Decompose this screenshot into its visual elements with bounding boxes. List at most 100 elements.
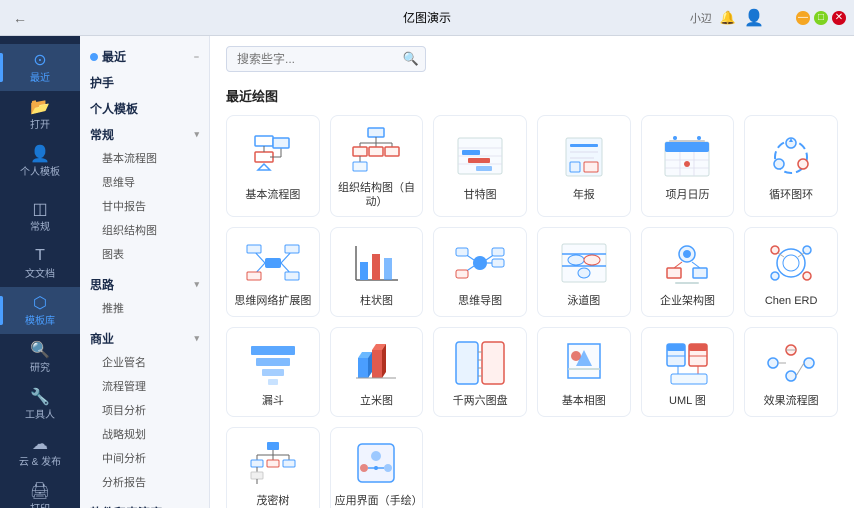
diagram-card-basic-flow[interactable]: 基本流程图	[226, 115, 320, 217]
diagram-card-note[interactable]: 基本相图	[537, 327, 631, 417]
nav-group-thought: 思路 ▾ 推推	[80, 270, 209, 320]
sidebar-item-research[interactable]: 🔍 研究	[0, 334, 80, 381]
calendar-label: 项月日历	[665, 188, 709, 202]
diagram-card-venn[interactable]: 泳道图	[537, 227, 631, 317]
recent-icon: ⊙	[30, 50, 50, 70]
maximize-button[interactable]: □	[814, 11, 828, 25]
sidebar-item-personal[interactable]: 👤 个人模板	[0, 138, 80, 185]
nav-group-common: 常规 ▾ 基本流程图 思维导 甘中报告 组织结构图 图表	[80, 120, 209, 266]
close-button[interactable]: ✕	[832, 11, 846, 25]
titlebar: ← 亿图演示 小辺 🔔 👤 — □ ✕	[0, 0, 854, 36]
nav-item-gantt[interactable]: 甘中报告	[80, 194, 209, 218]
diagram-card-report[interactable]: 年报	[537, 115, 631, 217]
sidebar-item-tools[interactable]: 🔧 工具人	[0, 381, 80, 428]
bell-icon[interactable]: 🔔	[720, 10, 736, 26]
org-label: 组织结构图（自动）	[335, 181, 419, 210]
template-icon: ⬡	[30, 293, 50, 313]
diagram-card-bar[interactable]: 柱状图	[330, 227, 424, 317]
search-bar: 🔍	[210, 36, 854, 78]
org2-icon	[661, 237, 713, 289]
3d-label: 立米图	[360, 394, 393, 408]
diagram-card-mindmap2[interactable]: 思维网络扩展图	[226, 227, 320, 317]
titlebar-controls: — □ ✕	[796, 0, 854, 35]
effect-label: 效果流程图	[764, 394, 819, 408]
nav-group-software: 软件和表演库 ▾ 软件 数据库	[80, 498, 209, 508]
uml-label: UML 图	[669, 394, 706, 408]
tree-label: 茂密树	[256, 494, 289, 508]
cycle-label: 循环图环	[769, 188, 813, 202]
cloud-icon: ☁	[30, 434, 50, 454]
diagram-card-gantt[interactable]: 甘特图	[433, 115, 527, 217]
nav-header-recent[interactable]: 最近 −	[80, 42, 209, 68]
basic-flow-icon	[247, 131, 299, 183]
sidebar-item-recent[interactable]: ⊙ 最近	[0, 44, 80, 91]
content-scroll[interactable]: 最近绘图 基本流程图	[210, 78, 854, 508]
org-icon	[350, 124, 402, 176]
nav-header-guard[interactable]: 护手	[80, 68, 209, 94]
mindmap3-icon	[454, 237, 506, 289]
nav-item-process[interactable]: 流程管理	[80, 374, 209, 398]
diagram-card-tree[interactable]: 茂密树	[226, 427, 320, 508]
effect-icon	[765, 337, 817, 389]
cycle-icon	[765, 131, 817, 183]
basic-flow-label: 基本流程图	[245, 188, 300, 202]
nav-item-chart[interactable]: 图表	[80, 242, 209, 266]
sidebar-item-print[interactable]: 🖨 打印	[0, 475, 80, 508]
diagram-card-bubble[interactable]: 千两六图盘	[433, 327, 527, 417]
diagram-card-effect[interactable]: 效果流程图	[744, 327, 838, 417]
mindmap2-label: 思维网络扩展图	[234, 294, 311, 308]
nav-item-mindmap[interactable]: 思维导	[80, 170, 209, 194]
nav-item-tuipui[interactable]: 推推	[80, 296, 209, 320]
nav-header-business[interactable]: 商业 ▾	[80, 324, 209, 350]
diagram-card-funnel[interactable]: 漏斗	[226, 327, 320, 417]
funnel-label: 漏斗	[262, 394, 284, 408]
ui-label: 应用界面（手绘）	[335, 494, 419, 508]
nav-item-basic-flow[interactable]: 基本流程图	[80, 146, 209, 170]
diagram-card-org[interactable]: 组织结构图（自动）	[330, 115, 424, 217]
sidebar-label-print: 打印	[30, 504, 50, 508]
diagram-card-uml[interactable]: UML 图	[641, 327, 735, 417]
sidebar-item-open[interactable]: 📂 打开	[0, 91, 80, 138]
back-button[interactable]: ←	[8, 6, 32, 30]
nav-item-analysis[interactable]: 中间分析	[80, 446, 209, 470]
diagram-card-cycle[interactable]: 循环图环	[744, 115, 838, 217]
nav-item-project[interactable]: 项目分析	[80, 398, 209, 422]
search-input[interactable]	[226, 46, 426, 72]
nav-item-strategy[interactable]: 战略规划	[80, 422, 209, 446]
sidebar-item-template[interactable]: ⬡ 模板库	[0, 287, 80, 334]
sidebar-item-common[interactable]: ◫ 常规	[0, 193, 80, 240]
venn-icon	[558, 237, 610, 289]
sidebar-label-personal: 个人模板	[20, 167, 60, 179]
nav-header-thought[interactable]: 思路 ▾	[80, 270, 209, 296]
calendar-icon	[661, 131, 713, 183]
nav-item-enterprise[interactable]: 企业管名	[80, 350, 209, 374]
search-icon: 🔍	[403, 51, 419, 67]
diagram-card-mindmap3[interactable]: 思维导图	[433, 227, 527, 317]
diagram-card-3d[interactable]: 立米图	[330, 327, 424, 417]
tools-icon: 🔧	[30, 387, 50, 407]
nav-header-personal[interactable]: 个人模板	[80, 94, 209, 120]
nav-group-business: 商业 ▾ 企业管名 流程管理 项目分析 战略规划 中间分析 分析报告	[80, 324, 209, 494]
recent-diagrams-title: 最近绘图	[226, 86, 838, 105]
funnel-icon	[247, 337, 299, 389]
report-icon	[558, 131, 610, 183]
erd-icon	[765, 237, 817, 289]
nav-header-software[interactable]: 软件和表演库 ▾	[80, 498, 209, 508]
small-edge-label: 小辺	[690, 10, 712, 26]
nav-header-common[interactable]: 常规 ▾	[80, 120, 209, 146]
diagram-card-erd[interactable]: Chen ERD	[744, 227, 838, 317]
report-label: 年报	[573, 188, 595, 202]
user-avatar-icon[interactable]: 👤	[744, 8, 764, 28]
nav-item-org[interactable]: 组织结构图	[80, 218, 209, 242]
diagram-card-ui[interactable]: 应用界面（手绘）	[330, 427, 424, 508]
bar-label: 柱状图	[360, 294, 393, 308]
bar-icon	[350, 237, 402, 289]
personal-icon: 👤	[30, 144, 50, 164]
venn-label: 泳道图	[567, 294, 600, 308]
minimize-button[interactable]: —	[796, 11, 810, 25]
diagram-card-calendar[interactable]: 项月日历	[641, 115, 735, 217]
diagram-card-org2[interactable]: 企业架构图	[641, 227, 735, 317]
sidebar-item-text[interactable]: T 文文档	[0, 240, 80, 287]
nav-item-report[interactable]: 分析报告	[80, 470, 209, 494]
sidebar-item-cloud[interactable]: ☁ 云 & 发布	[0, 428, 80, 475]
